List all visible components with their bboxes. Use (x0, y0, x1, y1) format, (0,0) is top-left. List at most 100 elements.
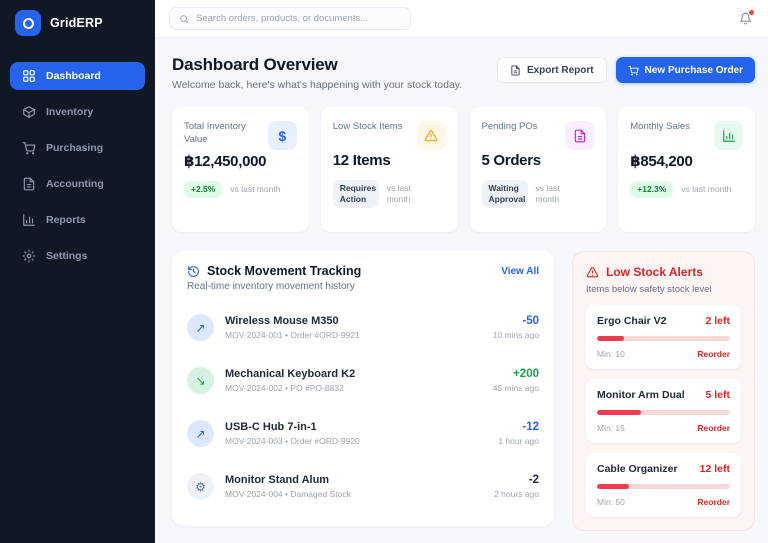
inbound-arrow-icon: ↘ (187, 367, 214, 394)
adjustment-gear-icon: ⚙ (187, 473, 214, 500)
stock-progress-fill (597, 410, 641, 415)
kpi-value: 12 Items (333, 152, 446, 169)
movement-time: 2 hours ago (494, 489, 539, 499)
kpi-badge: +2.5% (184, 181, 222, 198)
movement-meta: MOV-2024-003 • Order #ORD-9920 (225, 436, 487, 446)
movement-row[interactable]: ↗ USB-C Hub 7-in-1 MOV-2024-003 • Order … (187, 407, 539, 460)
document-icon (22, 177, 36, 191)
alert-product-name: Monitor Arm Dual (597, 389, 685, 401)
page-header: Dashboard Overview Welcome back, here's … (172, 55, 755, 91)
movement-time: 1 hour ago (498, 436, 539, 446)
kpi-note: vs last month (681, 184, 731, 195)
alert-product-name: Cable Organizer (597, 463, 678, 475)
kpi-label: Pending POs (482, 121, 538, 134)
movement-list: ↗ Wireless Mouse M350 MOV-2024-001 • Ord… (187, 301, 539, 513)
file-icon (510, 65, 521, 76)
movement-product-name: Wireless Mouse M350 (225, 315, 482, 327)
reorder-link[interactable]: Reorder (697, 423, 730, 433)
alert-min-level: Min: 10 (597, 349, 625, 359)
kpi-card-monthly-sales: Monthly Sales ฿854,200 +12.3% vs last mo… (618, 107, 755, 232)
brand-logo: GridERP (0, 0, 155, 44)
sidebar-item-accounting[interactable]: Accounting (10, 170, 145, 198)
dollar-icon: $ (268, 121, 297, 150)
history-clock-icon (187, 265, 200, 278)
kpi-badge: +12.3% (630, 181, 673, 198)
sidebar-item-reports[interactable]: Reports (10, 206, 145, 234)
search-box[interactable] (169, 7, 411, 30)
kpi-value: 5 Orders (482, 152, 595, 169)
kpi-note: vs last month (230, 184, 280, 195)
page-subtitle: Welcome back, here's what's happening wi… (172, 79, 462, 91)
sidebar-item-label: Dashboard (46, 70, 101, 82)
movement-row[interactable]: ↘ Mechanical Keyboard K2 MOV-2024-002 • … (187, 354, 539, 407)
alert-item: Monitor Arm Dual 5 left Min: 15 Reorder (586, 379, 741, 443)
movement-quantity: -12 (498, 421, 539, 433)
kpi-card-total-inventory: Total Inventory Value $ ฿12,450,000 +2.5… (172, 107, 309, 232)
kpi-label: Monthly Sales (630, 121, 690, 134)
grid-icon (22, 69, 36, 83)
kpi-card-low-stock: Low Stock Items 12 Items Requires Action… (321, 107, 458, 232)
reorder-link[interactable]: Reorder (697, 349, 730, 359)
movement-product-name: Mechanical Keyboard K2 (225, 368, 482, 380)
stock-progress-track (597, 336, 730, 341)
new-purchase-order-button[interactable]: New Purchase Order (616, 57, 755, 83)
movement-product-name: USB-C Hub 7-in-1 (225, 421, 487, 433)
movement-meta: MOV-2024-002 • PO #PO-8832 (225, 383, 482, 393)
movement-quantity: -2 (494, 474, 539, 486)
brand-logo-icon (15, 10, 41, 36)
page-content: Dashboard Overview Welcome back, here's … (155, 38, 768, 543)
stock-movement-subtitle: Real-time inventory movement history (187, 281, 539, 292)
stock-movement-title: Stock Movement Tracking (207, 264, 361, 278)
box-icon (22, 105, 36, 119)
movement-meta: MOV-2024-004 • Damaged Stock (225, 489, 483, 499)
kpi-note: vs last month (387, 183, 431, 206)
kpi-badge: Waiting Approval (482, 180, 528, 208)
export-report-button[interactable]: Export Report (497, 57, 607, 83)
gear-icon (22, 249, 36, 263)
new-purchase-order-label: New Purchase Order (645, 65, 743, 76)
movement-time: 10 mins ago (493, 330, 539, 340)
kpi-card-pending-pos: Pending POs 5 Orders Waiting Approval vs… (470, 107, 607, 232)
alert-item: Cable Organizer 12 left Min: 50 Reorder (586, 453, 741, 517)
kpi-value: ฿854,200 (630, 152, 743, 170)
kpi-badge: Requires Action (333, 180, 379, 208)
sidebar-item-label: Accounting (46, 178, 104, 190)
movement-row[interactable]: ⚙ Monitor Stand Alum MOV-2024-004 • Dama… (187, 460, 539, 513)
stock-progress-fill (597, 484, 629, 489)
alert-item: Ergo Chair V2 2 left Min: 10 Reorder (586, 305, 741, 369)
stock-progress-fill (597, 336, 624, 341)
reorder-link[interactable]: Reorder (697, 497, 730, 507)
outbound-arrow-icon: ↗ (187, 314, 214, 341)
sidebar-item-purchasing[interactable]: Purchasing (10, 134, 145, 162)
outbound-arrow-icon: ↗ (187, 420, 214, 447)
movement-quantity: +200 (493, 368, 539, 380)
alert-stock-left: 12 left (700, 463, 730, 475)
alert-stock-left: 5 left (705, 389, 730, 401)
kpi-cards: Total Inventory Value $ ฿12,450,000 +2.5… (172, 107, 755, 232)
sidebar-item-settings[interactable]: Settings (10, 242, 145, 270)
alerts-subtitle: Items below safety stock level (586, 284, 741, 295)
sidebar-item-label: Purchasing (46, 142, 103, 154)
alert-stock-left: 2 left (705, 315, 730, 327)
notifications-button[interactable] (739, 12, 752, 25)
sidebar-nav: Dashboard Inventory Purchasing Accountin… (0, 62, 155, 278)
cart-icon (22, 141, 36, 155)
purchase-doc-icon (565, 121, 594, 150)
header-actions: Export Report New Purchase Order (497, 57, 755, 83)
alerts-title: Low Stock Alerts (606, 265, 703, 279)
view-all-link[interactable]: View All (501, 266, 539, 277)
stock-progress-track (597, 484, 730, 489)
movement-quantity: -50 (493, 315, 539, 327)
bar-chart-icon (22, 213, 36, 227)
search-input[interactable] (196, 13, 401, 24)
brand-name: GridERP (50, 16, 103, 30)
movement-product-name: Monitor Stand Alum (225, 474, 483, 486)
notification-dot (749, 10, 754, 15)
topbar (155, 0, 768, 38)
sidebar-item-dashboard[interactable]: Dashboard (10, 62, 145, 90)
kpi-note: vs last month (536, 183, 580, 206)
movement-row[interactable]: ↗ Wireless Mouse M350 MOV-2024-001 • Ord… (187, 301, 539, 354)
alert-product-name: Ergo Chair V2 (597, 315, 666, 327)
sidebar-item-inventory[interactable]: Inventory (10, 98, 145, 126)
kpi-label: Total Inventory Value (184, 121, 258, 147)
